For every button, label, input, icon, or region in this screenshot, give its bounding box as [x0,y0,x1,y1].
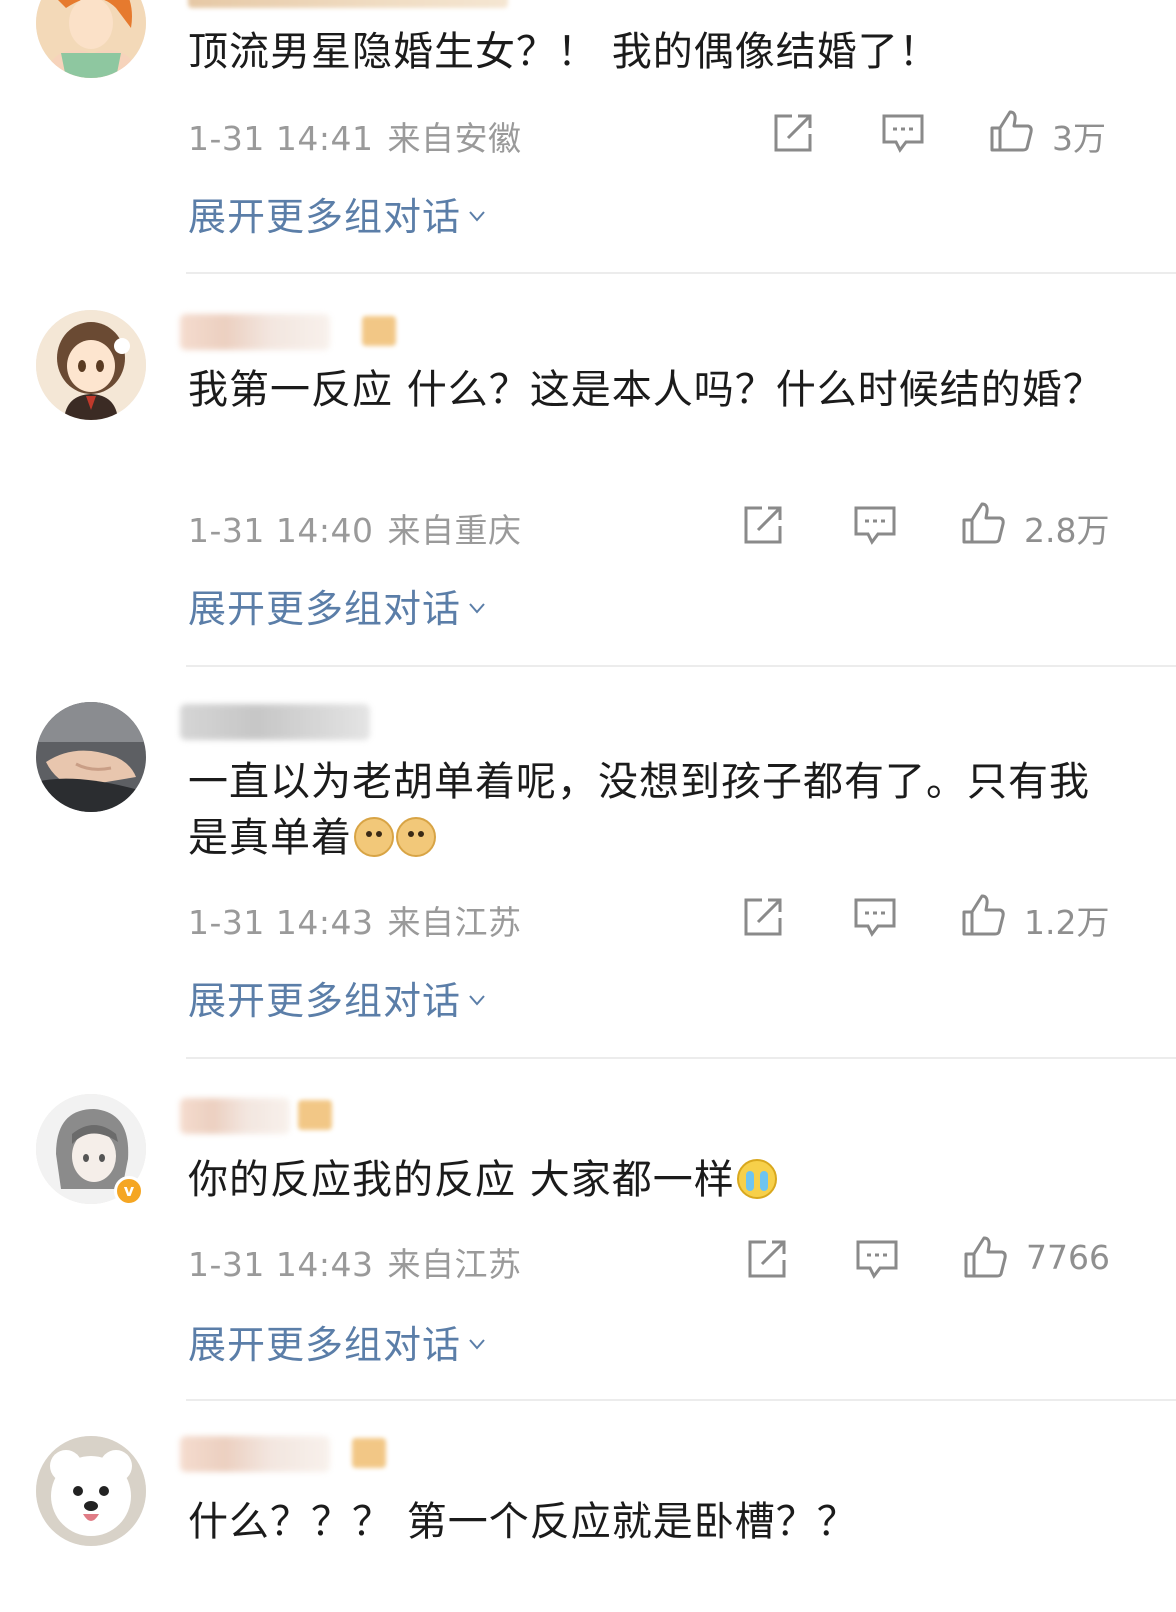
avatar[interactable] [36,702,146,812]
expand-conversation-link[interactable]: 展开更多组对话 [188,1314,485,1369]
username-blurred[interactable] [188,0,508,8]
expand-conversation-link[interactable]: 展开更多组对话 [188,186,485,241]
doge-emoji-icon [396,817,436,857]
avatar[interactable] [36,0,146,78]
username-blurred[interactable] [180,1098,290,1134]
comment-icon[interactable] [854,1236,900,1282]
thumbs-up-icon[interactable] [962,1234,1008,1280]
like-count: 1.2万 [1024,903,1110,942]
comment-text: 你的反应我的反应 大家都一样 [188,1152,1128,1208]
like-count: 7766 [1026,1238,1110,1277]
comment-date: 1-31 14:40 [188,511,374,550]
expand-label: 展开更多组对话 [188,1323,462,1367]
chevron-down-icon [469,1339,485,1350]
comment-text: 什么？？？ 第一个反应就是卧槽？？ [188,1499,858,1545]
comment-meta: 1-31 14:43 来自江苏 [188,1238,522,1286]
comment-location: 来自安徽 [387,119,522,158]
expand-label: 展开更多组对话 [188,587,462,631]
member-badge [298,1100,332,1130]
comment-meta: 1-31 14:40 来自重庆 [188,504,522,552]
comment-date: 1-31 14:43 [188,1245,374,1284]
comment-icon[interactable] [880,110,926,156]
comment-date: 1-31 14:41 [188,119,374,158]
thumbs-up-icon[interactable] [988,108,1034,154]
expand-label: 展开更多组对话 [188,979,462,1023]
comment-icon[interactable] [852,502,898,548]
username-blurred[interactable] [180,1436,330,1472]
like-count: 3万 [1052,119,1106,158]
expand-conversation-link[interactable]: 展开更多组对话 [188,970,485,1025]
comment-text: 一直以为老胡单着呢，没想到孩子都有了。只有我是真单着 [188,754,1128,866]
expand-conversation-link[interactable]: 展开更多组对话 [188,578,485,633]
comment-item: 什么？？？ 第一个反应就是卧槽？？ [0,1400,1176,1612]
comment-location: 来自江苏 [387,1245,522,1284]
comment-item: v 你的反应我的反应 大家都一样 1-31 14:43 来自江苏 7766 展开更… [0,1058,1176,1400]
share-icon[interactable] [740,502,786,548]
comment-item: 顶流男星隐婚生女？！ 我的偶像结婚了！ 1-31 14:41 来自安徽 3万 展开… [0,0,1176,274]
chevron-down-icon [469,603,485,614]
comment-date: 1-31 14:43 [188,903,374,942]
verified-badge-icon: v [114,1176,144,1206]
chevron-down-icon [469,995,485,1006]
share-icon[interactable] [744,1236,790,1282]
avatar[interactable] [36,1436,146,1546]
comment-location: 来自重庆 [387,511,522,550]
like-count: 2.8万 [1024,511,1110,550]
comment-location: 来自江苏 [387,903,522,942]
comment-item: 我第一反应 什么？这是本人吗？什么时候结的婚？ 1-31 14:40 来自重庆 2… [0,274,1176,666]
doge-emoji-icon [354,817,394,857]
comment-icon[interactable] [852,894,898,940]
comment-text: 顶流男星隐婚生女？！ 我的偶像结婚了！ [188,29,940,75]
share-icon[interactable] [740,894,786,940]
chevron-down-icon [469,211,485,222]
member-badge [352,1438,386,1468]
username-blurred[interactable] [180,314,330,350]
comment-meta: 1-31 14:41 来自安徽 [188,112,522,160]
member-badge [362,316,396,346]
thumbs-up-icon[interactable] [960,892,1006,938]
comment-text-content: 你的反应我的反应 大家都一样 [188,1157,735,1203]
avatar[interactable] [36,310,146,420]
username-blurred[interactable] [180,704,370,740]
comment-item: 一直以为老胡单着呢，没想到孩子都有了。只有我是真单着 1-31 14:43 来自江… [0,666,1176,1058]
crying-emoji-icon [736,1159,777,1199]
expand-label: 展开更多组对话 [188,195,462,239]
comment-text-content: 一直以为老胡单着呢，没想到孩子都有了。只有我是真单着 [188,759,1090,861]
comment-meta: 1-31 14:43 来自江苏 [188,896,522,944]
thumbs-up-icon[interactable] [960,500,1006,546]
share-icon[interactable] [770,110,816,156]
comment-text: 我第一反应 什么？这是本人吗？什么时候结的婚？ [188,367,1104,413]
